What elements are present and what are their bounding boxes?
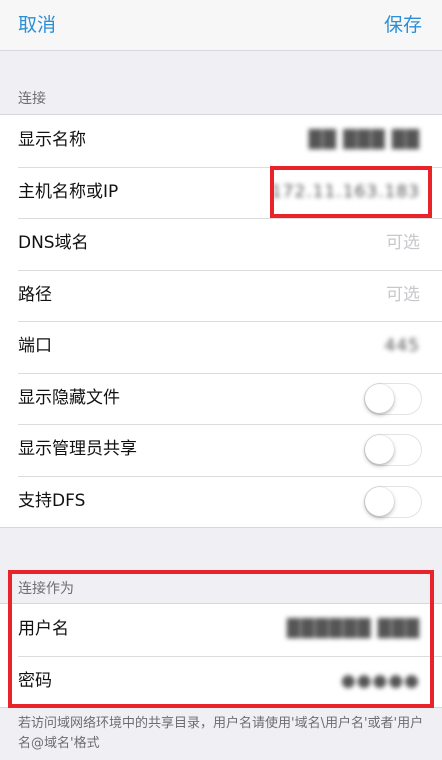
row-username-label: 用户名 [18, 619, 69, 639]
section-header-connection: 连接 [0, 88, 442, 110]
cancel-button[interactable]: 取消 [18, 12, 56, 38]
password-field[interactable]: ●●●●● [341, 669, 420, 693]
display-name-field[interactable]: ██ ███ ██ [309, 128, 420, 152]
row-host-ip-label: 主机名称或IP [18, 181, 119, 202]
row-path[interactable]: 路径 可选 [0, 269, 442, 322]
save-button[interactable]: 保存 [384, 12, 422, 38]
row-dns-domain[interactable]: DNS域名 可选 [0, 218, 442, 270]
section-header-connect-as-label: 连接作为 [18, 581, 74, 597]
host-ip-field[interactable]: 172.11.163.183 [271, 180, 420, 204]
row-host-ip[interactable]: 主机名称或IP 172.11.163.183 [0, 166, 442, 219]
show-admin-shares-toggle[interactable] [364, 434, 422, 466]
row-username[interactable]: 用户名 ██████ ███ [0, 604, 442, 656]
path-field[interactable]: 可选 [386, 283, 420, 307]
connection-group: 显示名称 ██ ███ ██ 主机名称或IP 172.11.163.183 DN… [0, 114, 442, 528]
row-password[interactable]: 密码 ●●●●● [0, 655, 442, 708]
row-display-name[interactable]: 显示名称 ██ ███ ██ [0, 115, 442, 167]
row-port[interactable]: 端口 445 [0, 321, 442, 373]
row-show-admin-shares-label: 显示管理员共享 [18, 439, 137, 459]
row-support-dfs: 支持DFS [0, 475, 442, 528]
show-hidden-files-toggle[interactable] [364, 382, 422, 415]
port-field[interactable]: 445 [385, 334, 420, 358]
toggle-knob [365, 383, 394, 413]
footer-note: 若访问域网络环境中的共享目录，用户名请使用'域名\用户名'或者'用户名@域名'格… [18, 716, 424, 751]
toggle-knob [365, 486, 394, 516]
row-support-dfs-label: 支持DFS [18, 490, 86, 511]
row-password-label: 密码 [18, 670, 52, 691]
username-field[interactable]: ██████ ███ [287, 617, 420, 641]
row-show-admin-shares: 显示管理员共享 [0, 424, 442, 476]
dns-domain-field[interactable]: 可选 [386, 231, 420, 255]
navigation-bar: 取消 保存 [0, 0, 442, 51]
row-show-hidden-files-label: 显示隐藏文件 [18, 387, 120, 408]
connect-as-group: 用户名 ██████ ███ 密码 ●●●●● [0, 603, 442, 708]
support-dfs-toggle[interactable] [364, 485, 422, 518]
toggle-knob [365, 435, 394, 464]
row-path-label: 路径 [18, 284, 52, 305]
section-header-connection-label: 连接 [18, 91, 46, 107]
row-show-hidden-files: 显示隐藏文件 [0, 372, 442, 425]
row-dns-domain-label: DNS域名 [18, 233, 89, 253]
section-header-connect-as: 连接作为 [0, 578, 442, 600]
row-port-label: 端口 [18, 336, 52, 356]
row-display-name-label: 显示名称 [18, 130, 86, 150]
